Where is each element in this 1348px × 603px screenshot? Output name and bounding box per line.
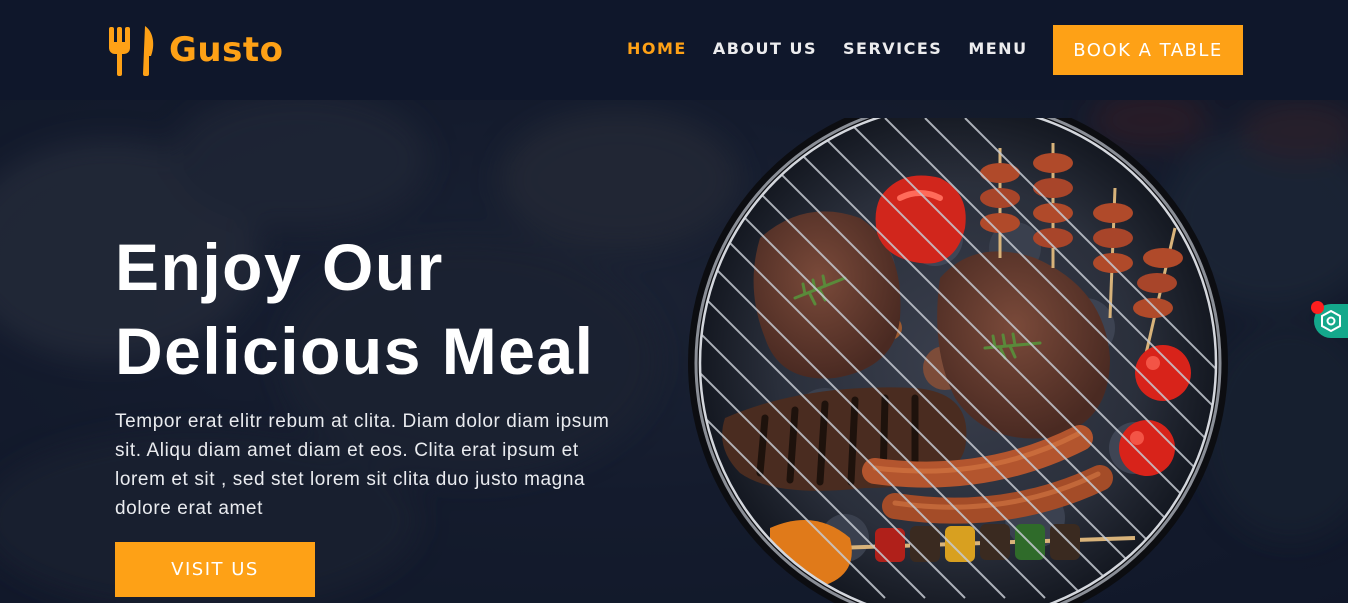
- navbar: Gusto HOME ABOUT US SERVICES MENU BOOK A…: [0, 0, 1348, 100]
- visit-us-button[interactable]: VISIT US: [115, 542, 315, 597]
- main-nav: HOME ABOUT US SERVICES MENU: [627, 38, 1028, 60]
- brand-name: Gusto: [169, 30, 284, 70]
- book-a-table-button[interactable]: BOOK A TABLE: [1053, 25, 1243, 75]
- hero-section: Enjoy Our Delicious Meal Tempor erat eli…: [0, 100, 1348, 603]
- hexagon-settings-icon: [1321, 310, 1341, 332]
- page: Gusto HOME ABOUT US SERVICES MENU BOOK A…: [0, 0, 1348, 603]
- utensils-icon: [109, 26, 154, 76]
- notification-dot: [1311, 301, 1324, 314]
- hero-title: Enjoy Our Delicious Meal: [115, 225, 715, 393]
- hero-title-line-1: Enjoy Our: [115, 230, 444, 304]
- nav-about-us[interactable]: ABOUT US: [713, 38, 817, 60]
- hero-description: Tempor erat elitr rebum at clita. Diam d…: [115, 411, 610, 519]
- nav-services[interactable]: SERVICES: [843, 38, 942, 60]
- nav-menu[interactable]: MENU: [968, 38, 1027, 60]
- nav-home[interactable]: HOME: [627, 38, 687, 60]
- bbq-grill-image: [685, 118, 1235, 603]
- hero-title-line-2: Delicious Meal: [115, 314, 595, 388]
- brand-logo-link[interactable]: Gusto: [107, 24, 283, 76]
